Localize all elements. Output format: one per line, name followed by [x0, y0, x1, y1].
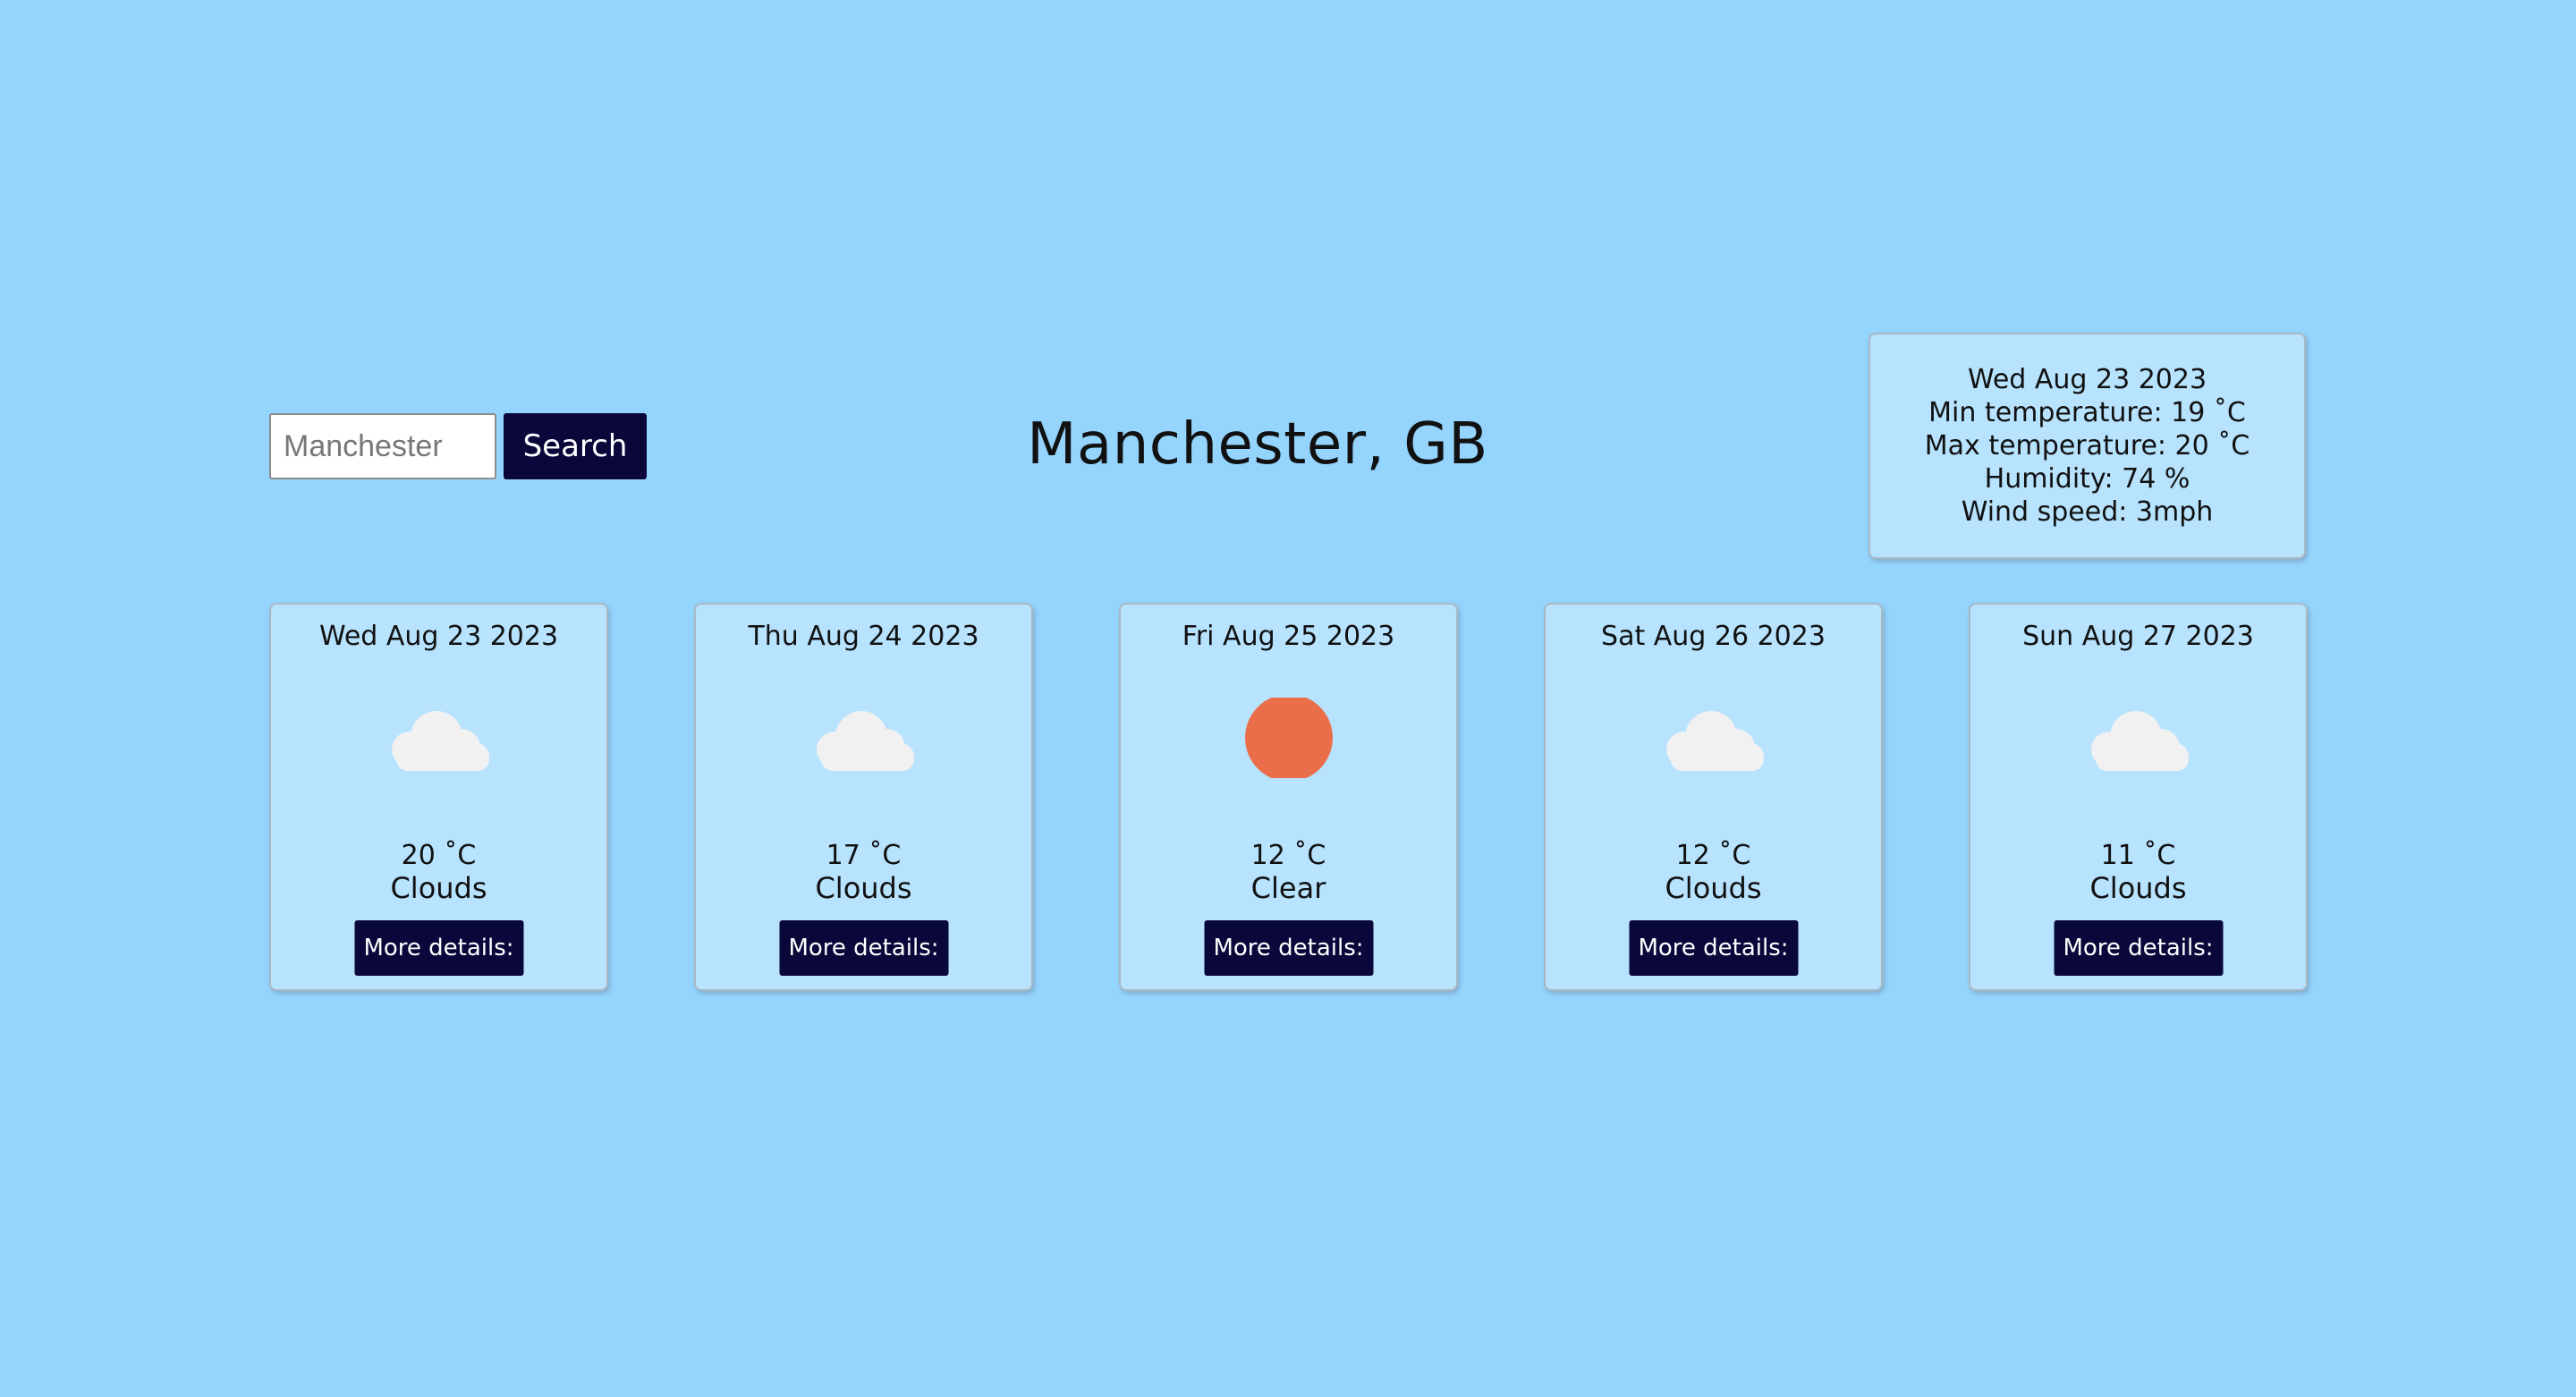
- details-date: Wed Aug 23 2023: [1967, 364, 2207, 395]
- forecast-card: Sat Aug 26 2023 12 ˚C Clouds More detail…: [1544, 603, 1883, 991]
- more-details-button[interactable]: More details:: [1204, 920, 1373, 976]
- forecast-date: Thu Aug 24 2023: [748, 621, 979, 652]
- cloud-icon: [2083, 698, 2194, 778]
- forecast-temperature: 12 ˚C: [1675, 840, 1751, 871]
- forecast-condition: Clouds: [815, 871, 912, 905]
- forecast-card: Thu Aug 24 2023 17 ˚C Clouds More detail…: [694, 603, 1033, 991]
- more-details-button[interactable]: More details:: [1629, 920, 1798, 976]
- more-details-button[interactable]: More details:: [354, 920, 523, 976]
- forecast-card: Fri Aug 25 2023 12 ˚C Clear More details…: [1119, 603, 1458, 991]
- forecast-date: Fri Aug 25 2023: [1182, 621, 1395, 652]
- forecast-date: Sun Aug 27 2023: [2022, 621, 2254, 652]
- forecast-card: Wed Aug 23 2023 20 ˚C Clouds More detail…: [269, 603, 608, 991]
- forecast-date: Sat Aug 26 2023: [1601, 621, 1826, 652]
- details-wind-speed: Wind speed: 3mph: [1961, 496, 2214, 528]
- more-details-button[interactable]: More details:: [779, 920, 948, 976]
- details-min-temperature: Min temperature: 19 ˚C: [1928, 397, 2246, 428]
- details-panel: Wed Aug 23 2023 Min temperature: 19 ˚C M…: [1868, 333, 2306, 559]
- forecast-temperature: 17 ˚C: [826, 840, 902, 871]
- details-max-temperature: Max temperature: 20 ˚C: [1924, 430, 2250, 461]
- forecast-card: Sun Aug 27 2023 11 ˚C Clouds More detail…: [1969, 603, 2308, 991]
- forecast-temperature: 20 ˚C: [401, 840, 477, 871]
- cloud-icon: [384, 698, 495, 778]
- forecast-date: Wed Aug 23 2023: [318, 621, 559, 652]
- forecast-condition: Clear: [1250, 871, 1326, 905]
- forecast-temperature: 12 ˚C: [1250, 840, 1326, 871]
- sun-icon: [1233, 694, 1344, 782]
- more-details-button[interactable]: More details:: [2054, 920, 2223, 976]
- cloud-icon: [1658, 698, 1769, 778]
- forecast-condition: Clouds: [390, 871, 487, 905]
- cloud-icon: [809, 698, 919, 778]
- forecast-condition: Clouds: [1665, 871, 1762, 905]
- forecast-condition: Clouds: [2089, 871, 2187, 905]
- forecast-temperature: 11 ˚C: [2100, 840, 2176, 871]
- details-humidity: Humidity: 74 %: [1984, 463, 2190, 495]
